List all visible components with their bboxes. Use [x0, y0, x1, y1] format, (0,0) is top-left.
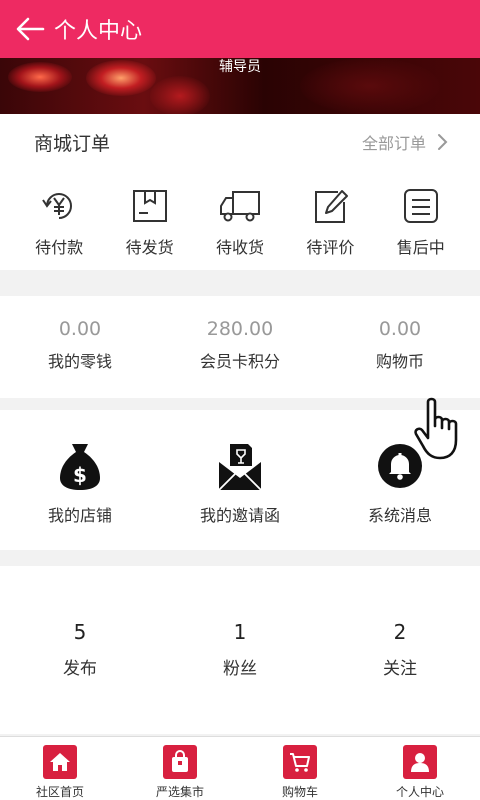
social-stats-card: 5 发布 1 粉丝 2 关注: [0, 566, 480, 734]
my-invitation-button[interactable]: 我的邀请函: [165, 440, 315, 550]
header-bar: 个人中心: [0, 0, 480, 58]
wallet-label: 我的零钱: [47, 352, 112, 371]
package-icon: [132, 190, 167, 222]
following-stat[interactable]: 2 关注: [325, 620, 475, 734]
tools-card: $ 我的店铺 我的邀请函 系统消息: [0, 410, 480, 550]
order-item-label: 待付款: [35, 238, 84, 257]
arrow-left-icon: [16, 17, 45, 41]
posts-stat[interactable]: 5 发布: [5, 620, 155, 734]
order-item-label: 待收货: [215, 238, 264, 257]
my-shop-button[interactable]: $ 我的店铺: [5, 440, 155, 550]
truck-icon: [219, 191, 260, 222]
user-icon: [403, 745, 437, 779]
orders-header: 商城订单 全部订单: [0, 114, 480, 170]
mall-orders-card: 商城订单 全部订单 待付款 待发货 待收货 待评价 售后中: [0, 114, 480, 270]
all-orders-link[interactable]: 全部订单: [362, 130, 452, 154]
tab-label: 社区首页: [35, 785, 84, 799]
order-item-label: 待评价: [306, 238, 355, 257]
order-pending-shipment[interactable]: 待发货: [109, 186, 191, 258]
wallet-value: 0.00: [378, 318, 422, 340]
stat-label: 粉丝: [223, 659, 257, 679]
invitation-icon: [218, 444, 262, 491]
tool-label: 我的邀请函: [199, 506, 280, 525]
user-role: 辅导员: [219, 59, 261, 75]
page-title: 个人中心: [54, 19, 143, 44]
cart-icon: [283, 745, 317, 779]
wallet-label: 会员卡积分: [199, 352, 280, 371]
tab-label: 个人中心: [395, 785, 444, 799]
tab-label: 购物车: [281, 785, 318, 799]
wallet-shopping-coins[interactable]: 0.00 购物币: [325, 318, 475, 398]
edit-icon: [315, 190, 349, 223]
order-pending-payment[interactable]: 待付款: [18, 186, 100, 258]
tool-label: 系统消息: [367, 506, 432, 525]
followers-stat[interactable]: 1 粉丝: [165, 620, 315, 734]
orders-title: 商城订单: [34, 132, 111, 155]
svg-text:$: $: [73, 463, 87, 487]
tab-selected-market[interactable]: 严选集市: [120, 737, 240, 800]
yen-coin-icon: [42, 193, 73, 219]
stat-value: 2: [393, 620, 407, 644]
order-after-sales[interactable]: 售后中: [380, 186, 462, 258]
order-pending-review[interactable]: 待评价: [289, 186, 371, 258]
wallet-member-points[interactable]: 280.00 会员卡积分: [165, 318, 315, 398]
tool-label: 我的店铺: [47, 506, 112, 525]
order-pending-receipt[interactable]: 待收货: [199, 186, 281, 258]
tab-shopping-cart[interactable]: 购物车: [240, 737, 360, 800]
wallet-value: 280.00: [206, 318, 274, 340]
bottom-tab-bar: 社区首页 严选集市 购物车 个人中心: [0, 736, 480, 800]
tab-label: 严选集市: [155, 785, 204, 799]
list-icon: [403, 189, 438, 223]
wallet-card: 0.00 我的零钱 280.00 会员卡积分 0.00 购物币: [0, 296, 480, 398]
stat-value: 1: [233, 620, 247, 644]
wallet-value: 0.00: [58, 318, 102, 340]
stat-value: 5: [73, 620, 87, 644]
chevron-right-icon: [438, 134, 448, 150]
tab-personal-center[interactable]: 个人中心: [360, 737, 480, 800]
shopping-bag-icon: [163, 745, 197, 779]
tab-community-home[interactable]: 社区首页: [0, 737, 120, 800]
order-item-label: 售后中: [396, 238, 445, 257]
all-orders-label: 全部订单: [361, 134, 426, 153]
wallet-label: 购物币: [375, 352, 424, 371]
home-icon: [43, 745, 77, 779]
stat-label: 发布: [63, 659, 97, 679]
profile-banner: 辅导员: [0, 58, 480, 114]
wallet-change[interactable]: 0.00 我的零钱: [5, 318, 155, 398]
order-item-label: 待发货: [125, 238, 174, 257]
stat-label: 关注: [383, 659, 417, 679]
money-bag-icon: $: [60, 444, 100, 490]
back-button[interactable]: [8, 0, 52, 58]
tap-hand-icon: [414, 397, 458, 460]
